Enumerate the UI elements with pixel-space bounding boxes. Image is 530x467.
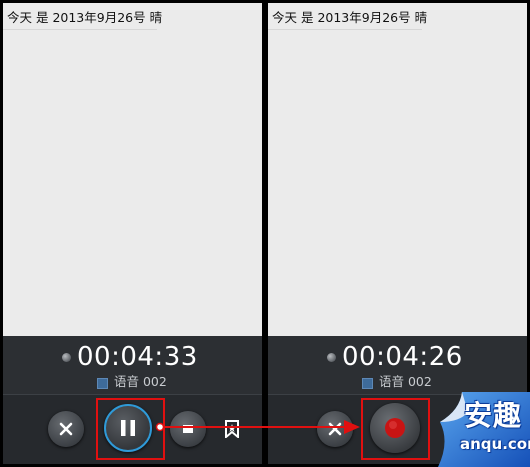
watermark-brand: 安趣	[464, 399, 523, 432]
watermark: 安趣 anqu.com	[430, 392, 530, 467]
watermark-domain: anqu.com	[460, 435, 530, 453]
